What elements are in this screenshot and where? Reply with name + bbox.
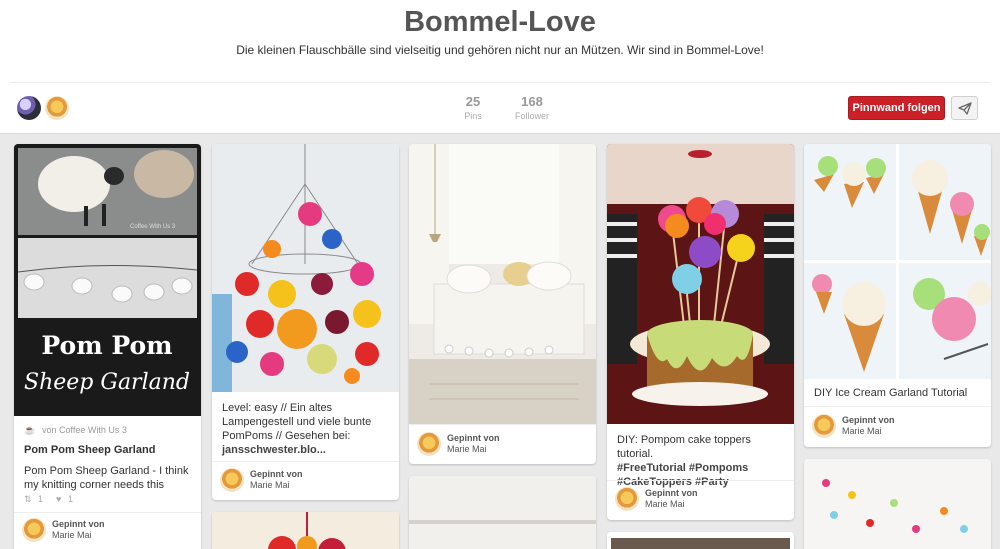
paper-plane-icon	[958, 102, 972, 115]
pin-description: Level: easy // Ein altes Lampengestell u…	[222, 401, 391, 457]
pinned-by-label: Gepinnt von	[52, 519, 105, 529]
pin-image[interactable]	[804, 144, 991, 379]
pin-card[interactable]	[409, 476, 596, 549]
pinner-name: Marie Mai	[645, 499, 685, 509]
pin-image[interactable]	[607, 144, 794, 424]
board-description: Die kleinen Flauschbälle sind vielseitig…	[236, 43, 764, 57]
pin-source-text: von Coffee With Us 3	[42, 425, 127, 435]
followers-label: Follower	[514, 111, 549, 121]
repin-count: 1	[38, 494, 44, 504]
image-credit: Coffee With Us 3	[130, 224, 176, 230]
image-title-line-1: Pom Pom	[41, 331, 172, 360]
pin-divider	[212, 461, 399, 462]
pin-image[interactable]	[804, 459, 991, 549]
pin-description-link[interactable]: jansschwester.blo...	[222, 444, 326, 456]
pin-card[interactable]: Coffee With Us 3 Pom Pom Sheep Garland ☕…	[14, 144, 201, 549]
pin-title[interactable]: Pom Pom Sheep Garland	[24, 444, 155, 456]
repin-icon: ⇅	[24, 494, 32, 504]
pin-image[interactable]	[409, 476, 596, 549]
follow-board-button[interactable]: Pinnwand folgen	[848, 96, 945, 120]
header-divider	[10, 82, 990, 83]
board-header: Bommel-Love Die kleinen Flauschbälle sin…	[0, 0, 1000, 134]
pin-description-text: Level: easy // Ein altes Lampengestell u…	[222, 402, 372, 442]
pins-label: Pins	[464, 111, 482, 121]
pin-image[interactable]	[409, 144, 596, 424]
pin-divider	[804, 406, 991, 407]
pin-description-tags[interactable]: #FreeTutorial #Pompoms #CakeToppers #Par…	[617, 461, 786, 489]
pin-image[interactable]	[212, 144, 399, 392]
pins-count: 25	[465, 94, 481, 109]
pin-card[interactable]: DIY: Pompom cake toppers tutorial. #Free…	[607, 144, 794, 520]
followers-count: 168	[521, 94, 543, 109]
pin-card[interactable]: DIY Ice Cream Garland Tutorial Gepinnt v…	[804, 144, 991, 447]
pin-divider	[607, 480, 794, 481]
pin-description: DIY Ice Cream Garland Tutorial	[814, 387, 968, 399]
pin-image[interactable]	[212, 512, 399, 549]
collaborator-avatar[interactable]	[17, 96, 41, 120]
pin-divider	[409, 424, 596, 425]
pinned-by-label: Gepinnt von	[447, 433, 500, 443]
pinner-avatar	[220, 468, 244, 492]
pin-divider	[14, 512, 201, 513]
pin-card[interactable]	[607, 532, 794, 549]
pin-description: Pom Pom Sheep Garland - I think my knitt…	[24, 465, 189, 491]
board-title: Bommel-Love	[404, 6, 596, 38]
pinner-name: Marie Mai	[842, 426, 882, 436]
pinned-by-label: Gepinnt von	[250, 469, 303, 479]
owner-avatar[interactable]	[45, 96, 69, 120]
pinner-name: Marie Mai	[250, 480, 290, 490]
pinner-avatar	[812, 414, 836, 438]
send-board-button[interactable]	[951, 96, 978, 120]
pin-card[interactable]	[212, 512, 399, 549]
heart-icon: ♥	[56, 494, 62, 504]
source-favicon-icon: ☕	[24, 425, 36, 435]
pinner-name: Marie Mai	[52, 530, 92, 540]
pinner-avatar	[615, 487, 639, 511]
pin-card[interactable]: Gepinnt von Marie Mai	[409, 144, 596, 464]
pin-description-text: DIY: Pompom cake toppers tutorial.	[617, 434, 751, 460]
image-title-line-2: Sheep Garland	[24, 370, 190, 395]
pins-count-stat[interactable]: 25 Pins	[458, 94, 488, 121]
pin-image[interactable]	[607, 532, 794, 549]
pinner-name: Marie Mai	[447, 444, 487, 454]
pinned-by-label: Gepinnt von	[842, 415, 895, 425]
pinned-by-label: Gepinnt von	[645, 488, 698, 498]
pin-image[interactable]: Coffee With Us 3 Pom Pom Sheep Garland	[14, 144, 201, 416]
pinner-avatar	[22, 518, 46, 542]
pinner-avatar	[417, 432, 441, 456]
pin-card[interactable]	[804, 459, 991, 549]
pin-card[interactable]: Level: easy // Ein altes Lampengestell u…	[212, 144, 399, 500]
followers-count-stat[interactable]: 168 Follower	[510, 94, 554, 121]
like-count: 1	[68, 494, 74, 504]
